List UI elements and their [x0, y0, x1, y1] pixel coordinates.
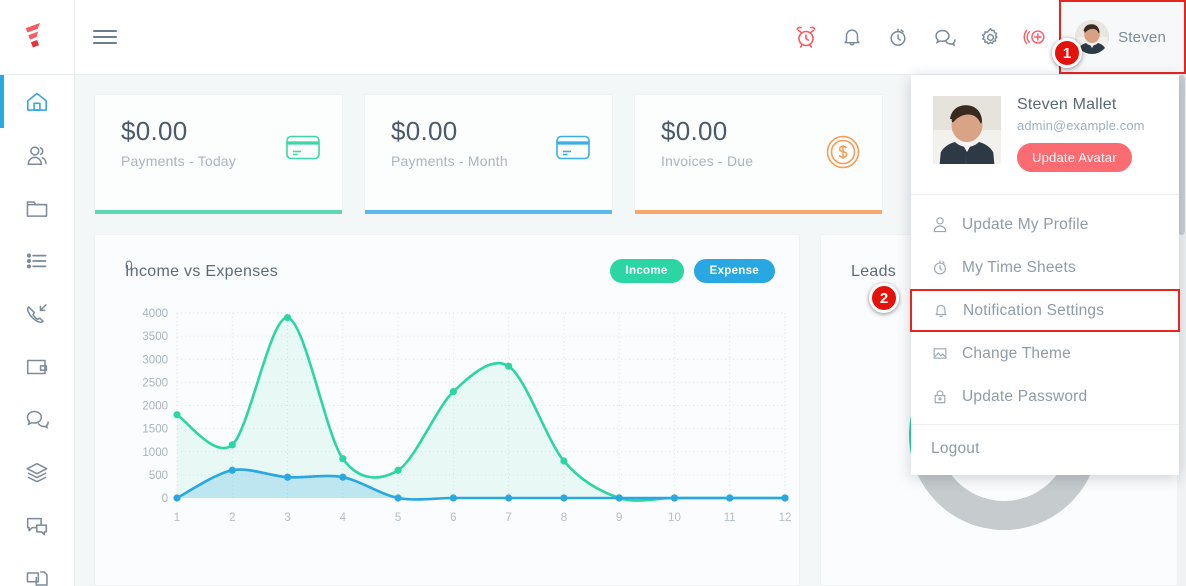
stat-card-payments-today[interactable]: $0.00 Payments - Today: [94, 94, 343, 212]
dropdown-item-list: Update My Profile My Time Sheets: [911, 195, 1179, 424]
svg-text:2500: 2500: [142, 377, 168, 389]
comments-icon: [24, 407, 50, 433]
header-icon-group: Steven: [783, 0, 1186, 75]
user-dropdown-menu: Steven Mallet admin@example.com Update A…: [911, 75, 1179, 475]
stat-underline: [95, 210, 342, 214]
stat-card-invoices-due[interactable]: $0.00 Invoices - Due: [634, 94, 883, 212]
hamburger-icon: [93, 26, 117, 48]
dropdown-profile-header: Steven Mallet admin@example.com Update A…: [911, 75, 1179, 194]
scrollbar-thumb[interactable]: [1178, 75, 1185, 235]
sidebar-item-customers[interactable]: [0, 128, 74, 181]
sidebar-item-messages[interactable]: [0, 393, 74, 446]
svg-text:1000: 1000: [142, 447, 168, 459]
menu-item-label: Notification Settings: [963, 302, 1104, 320]
user-name-label: Steven: [1118, 29, 1166, 46]
svg-text:10: 10: [668, 512, 681, 524]
menu-item-label: Change Theme: [962, 345, 1071, 363]
sidebar-item-layers[interactable]: [0, 446, 74, 499]
svg-text:5: 5: [395, 512, 401, 524]
stat-card-payments-month[interactable]: $0.00 Payments - Month: [364, 94, 613, 212]
image-icon: [931, 345, 949, 362]
menu-item-change-theme[interactable]: Change Theme: [911, 332, 1179, 375]
app-logo: [22, 22, 52, 52]
svg-text:12: 12: [779, 512, 792, 524]
menu-item-notification-settings[interactable]: Notification Settings: [910, 289, 1180, 332]
hamburger-menu[interactable]: [75, 0, 135, 75]
stopwatch-icon[interactable]: [875, 0, 921, 75]
credit-card-icon: [556, 135, 590, 166]
svg-text:3: 3: [284, 512, 290, 524]
bell-icon: [932, 302, 950, 319]
dropdown-avatar: [933, 96, 1001, 164]
list-icon: [24, 248, 50, 274]
dropdown-user-email: admin@example.com: [1017, 118, 1145, 133]
menu-item-label: Update Password: [962, 388, 1087, 406]
legend-expense[interactable]: Expense: [694, 259, 775, 283]
dashboard-page: Steven: [0, 0, 1186, 586]
legend-income[interactable]: Income: [610, 259, 684, 283]
credit-card-icon: [286, 135, 320, 166]
folder-icon: [24, 195, 50, 221]
chat-icon[interactable]: [921, 0, 967, 75]
left-sidebar: [0, 75, 75, 586]
dropdown-profile-text: Steven Mallet admin@example.com Update A…: [1017, 96, 1145, 172]
menu-item-logout[interactable]: Logout: [911, 425, 1179, 473]
users-icon: [24, 142, 50, 168]
svg-text:1500: 1500: [142, 424, 168, 436]
menu-item-update-my-profile[interactable]: Update My Profile: [911, 203, 1179, 246]
chart-legend: Income Expense: [610, 259, 775, 283]
phone-incoming-icon: [24, 301, 50, 327]
chart-zero-label: 0: [125, 257, 133, 273]
svg-text:2000: 2000: [142, 401, 168, 413]
update-avatar-button[interactable]: Update Avatar: [1017, 143, 1132, 172]
sidebar-item-feedback[interactable]: [0, 499, 74, 552]
stat-underline: [635, 210, 882, 214]
income-expense-chart: 0500100015002000250030003500400012345678…: [95, 295, 801, 586]
stopwatch-icon: [931, 259, 949, 276]
add-circle-icon[interactable]: [1013, 0, 1059, 75]
menu-item-label: My Time Sheets: [962, 259, 1076, 277]
svg-text:9: 9: [616, 512, 622, 524]
menu-item-update-password[interactable]: Update Password: [911, 375, 1179, 418]
dollar-coin-icon: [826, 135, 860, 174]
user-icon: [931, 216, 949, 233]
svg-text:11: 11: [724, 512, 736, 524]
stat-underline: [365, 210, 612, 214]
top-header: Steven: [0, 0, 1186, 75]
layers-icon: [24, 460, 50, 486]
sidebar-item-payments[interactable]: [0, 340, 74, 393]
svg-text:4000: 4000: [142, 308, 168, 320]
comment-box-icon: [24, 513, 50, 539]
sidebar-item-dashboard[interactable]: [0, 75, 74, 128]
wallet-icon: [24, 354, 50, 380]
menu-item-label: Update My Profile: [962, 216, 1089, 234]
svg-text:4: 4: [340, 512, 347, 524]
bell-icon[interactable]: [829, 0, 875, 75]
sidebar-item-tasks[interactable]: [0, 234, 74, 287]
lock-icon: [931, 388, 949, 405]
dropdown-user-name: Steven Mallet: [1017, 96, 1145, 114]
step-badge-1: 1: [1052, 38, 1082, 68]
file-copy-icon: [24, 566, 50, 586]
svg-text:7: 7: [505, 512, 511, 524]
svg-text:8: 8: [561, 512, 567, 524]
sidebar-item-projects[interactable]: [0, 181, 74, 234]
logo-container[interactable]: [0, 0, 75, 75]
menu-item-my-time-sheets[interactable]: My Time Sheets: [911, 246, 1179, 289]
home-icon: [24, 89, 50, 115]
svg-text:500: 500: [149, 470, 168, 482]
svg-text:1: 1: [174, 512, 180, 524]
svg-text:3000: 3000: [142, 354, 168, 366]
svg-text:6: 6: [450, 512, 456, 524]
alarm-clock-icon[interactable]: [783, 0, 829, 75]
sidebar-item-calls[interactable]: [0, 287, 74, 340]
svg-text:0: 0: [162, 493, 168, 505]
step-badge-2: 2: [869, 283, 899, 313]
sidebar-item-documents[interactable]: [0, 552, 74, 586]
income-vs-expenses-panel: Income vs Expenses Income Expense 0 0500…: [94, 234, 800, 586]
gear-icon[interactable]: [967, 0, 1013, 75]
svg-text:3500: 3500: [142, 331, 168, 343]
svg-text:2: 2: [229, 512, 235, 524]
